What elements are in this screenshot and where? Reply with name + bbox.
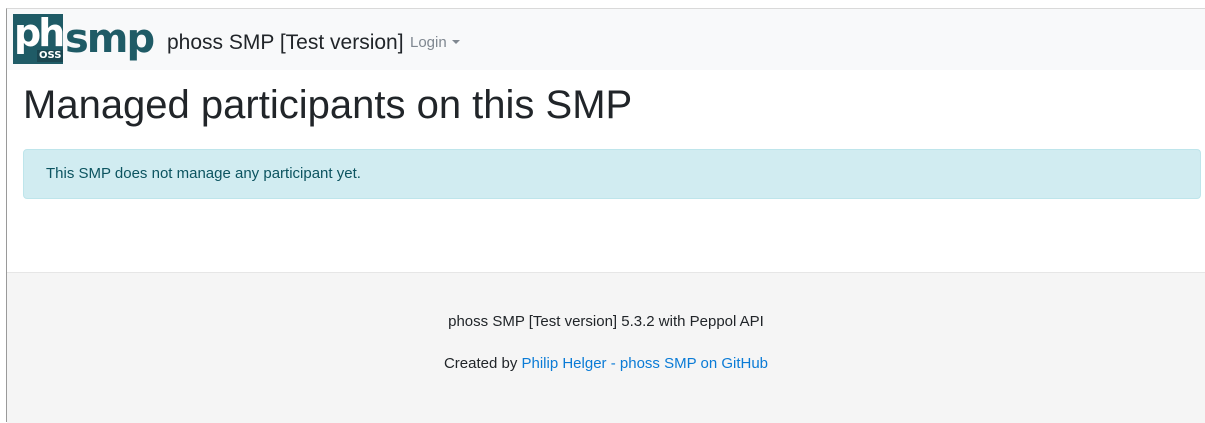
created-by-text: Created by: [443, 355, 518, 372]
login-dropdown[interactable]: Login: [410, 33, 460, 53]
logo-mark: ph OSS: [13, 14, 63, 64]
browser-page: ph OSS smp phoss SMP [Test version] Logi…: [6, 8, 1205, 423]
footer-version: phoss SMP [Test version] 5.3.2 with Pepp…: [448, 313, 764, 330]
logo-smp-text: smp: [65, 16, 155, 62]
info-alert: This SMP does not manage any participant…: [23, 149, 1201, 199]
github-link[interactable]: phoss SMP on GitHub: [620, 355, 768, 372]
footer-credits: Created by Philip Helger - phoss SMP on …: [7, 353, 1205, 375]
logo-letters: ph: [14, 14, 63, 55]
logo-oss-badge: OSS: [37, 50, 63, 62]
footer-separator: -: [610, 355, 616, 372]
navbar-brand[interactable]: phoss SMP [Test version]: [167, 29, 404, 57]
page-title: Managed participants on this SMP: [23, 83, 633, 127]
caret-down-icon: [451, 40, 460, 44]
login-label: Login: [410, 34, 447, 51]
footer: phoss SMP [Test version] 5.3.2 with Pepp…: [7, 272, 1205, 423]
navbar: ph OSS smp phoss SMP [Test version] Logi…: [7, 9, 1205, 70]
logo[interactable]: ph OSS smp: [13, 12, 165, 66]
author-link[interactable]: Philip Helger: [522, 355, 607, 372]
